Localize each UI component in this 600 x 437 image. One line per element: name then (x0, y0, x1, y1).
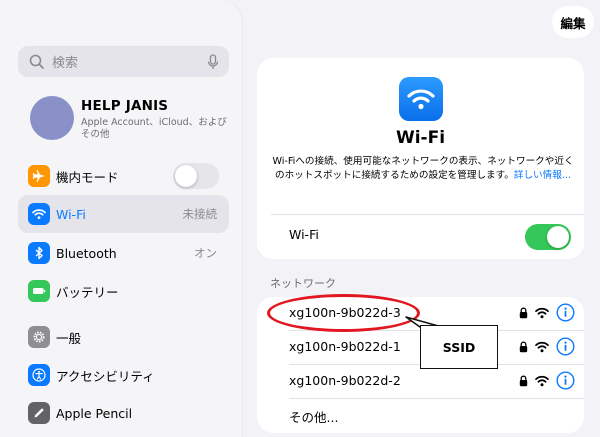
wifi-icon (28, 203, 50, 225)
gear-icon (28, 326, 50, 348)
profile-subtitle: Apple Account、iCloud、および その他 (81, 117, 227, 140)
wifi-toggle[interactable] (525, 224, 571, 250)
microphone-icon[interactable] (207, 53, 219, 70)
lock-icon (519, 341, 528, 353)
search-icon (29, 54, 44, 69)
sidebar-item-apple-pencil[interactable]: Apple Pencil (18, 394, 229, 432)
info-icon[interactable] (556, 371, 575, 390)
profile-row[interactable]: HELP JANIS Apple Account、iCloud、および その他 (30, 96, 235, 146)
lock-icon (519, 375, 528, 387)
ssid-highlight-ellipse (267, 294, 420, 332)
sidebar-item-label: 機内モード (56, 169, 119, 185)
airplane-mode-toggle[interactable] (173, 163, 219, 189)
wifi-description: Wi-Fiへの接続、使用可能なネットワークの表示、ネットワークや近くのホットスポ… (271, 155, 575, 183)
sidebar-item-label: Apple Pencil (56, 405, 133, 421)
network-name: xg100n-9b022d-2 (289, 373, 401, 388)
wifi-toggle-label: Wi-Fi (289, 227, 319, 242)
other-network-label: その他... (289, 410, 339, 425)
bluetooth-status-value: オン (194, 246, 217, 260)
sidebar-item-accessibility[interactable]: アクセシビリティ (18, 356, 229, 394)
sidebar-item-battery[interactable]: バッテリー (18, 272, 229, 310)
sidebar-item-label: 一般 (56, 330, 82, 346)
network-row[interactable]: xg100n-9b022d-2 (257, 365, 584, 398)
sidebar-item-wifi[interactable]: Wi-Fi 未接続 (18, 195, 229, 233)
accessibility-icon (28, 364, 50, 386)
other-network-row[interactable]: その他... (257, 399, 584, 432)
pencil-icon (28, 402, 50, 424)
wifi-info-card: Wi-Fi Wi-Fiへの接続、使用可能なネットワークの表示、ネットワークや近く… (257, 58, 584, 259)
toggle-knob (547, 226, 569, 248)
bluetooth-icon (28, 242, 50, 264)
network-name: xg100n-9b022d-1 (289, 339, 401, 354)
battery-icon (28, 280, 50, 302)
sidebar-item-bluetooth[interactable]: Bluetooth オン (18, 234, 229, 272)
wifi-signal-icon (535, 341, 549, 353)
sidebar-item-general[interactable]: 一般 (18, 318, 229, 356)
sidebar-item-label: バッテリー (56, 284, 119, 300)
wifi-status-value: 未接続 (182, 207, 218, 221)
airplane-icon (28, 165, 50, 187)
ssid-callout: SSID (420, 325, 498, 369)
wifi-panel-title: Wi-Fi (395, 128, 446, 148)
wifi-icon (399, 77, 443, 121)
search-field[interactable]: 検索 (18, 46, 229, 77)
sidebar-item-label: Bluetooth (56, 245, 117, 261)
divider (271, 214, 584, 215)
sidebar-item-label: アクセシビリティ (56, 368, 155, 384)
networks-section-label: ネットワーク (270, 277, 336, 290)
edit-button[interactable]: 編集 (552, 6, 594, 38)
sidebar-item-label: Wi-Fi (56, 206, 86, 222)
lock-icon (519, 307, 528, 319)
sidebar-item-airplane-mode[interactable]: 機内モード (18, 157, 229, 195)
search-placeholder: 検索 (52, 56, 79, 71)
info-icon[interactable] (556, 303, 575, 322)
wifi-signal-icon (535, 307, 549, 319)
info-icon[interactable] (556, 337, 575, 356)
toggle-knob (175, 165, 197, 187)
sidebar: 検索 HELP JANIS Apple Account、iCloud、および そ… (0, 0, 242, 437)
learn-more-link[interactable]: 詳しい情報... (514, 170, 571, 181)
avatar (30, 96, 74, 140)
profile-name: HELP JANIS (81, 98, 169, 114)
wifi-signal-icon (535, 375, 549, 387)
